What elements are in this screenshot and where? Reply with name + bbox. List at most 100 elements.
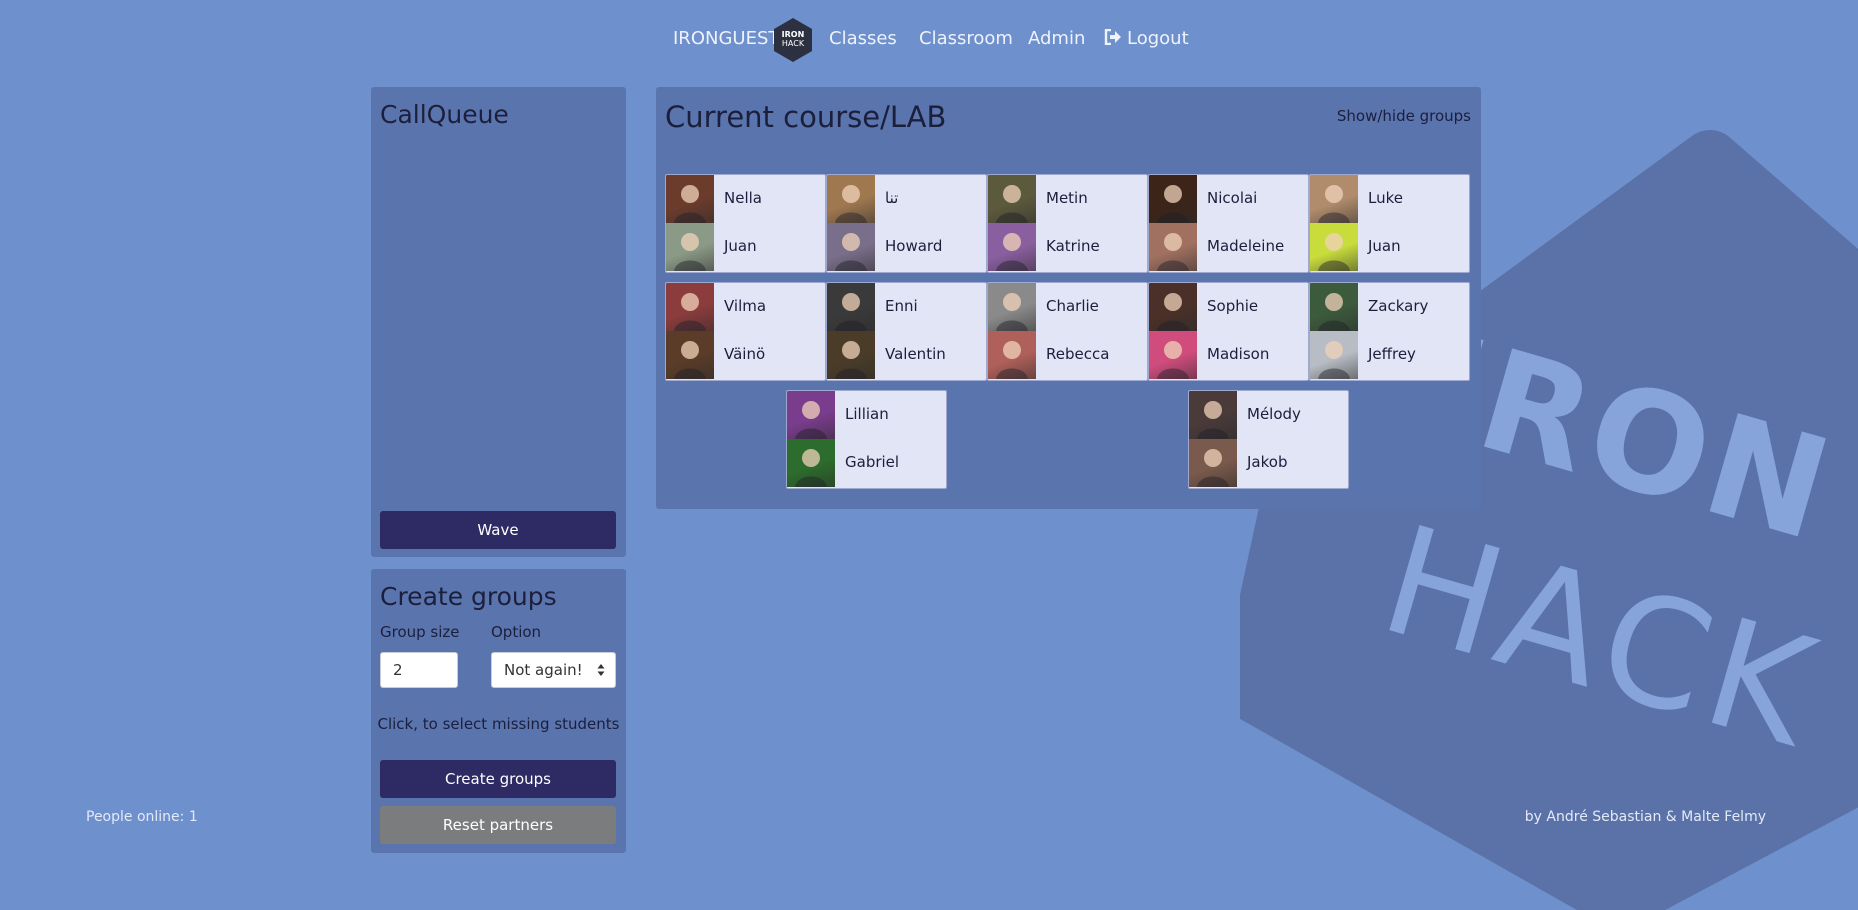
- student-avatar: [666, 223, 714, 271]
- option-select-value: Not again!: [504, 661, 583, 679]
- student-avatar: [988, 223, 1036, 271]
- student-avatar: [1189, 439, 1237, 487]
- student-name: Madison: [1207, 345, 1270, 363]
- group-card: تنا Howard: [826, 174, 987, 273]
- credits: by André Sebastian & Malte Felmy: [1524, 809, 1766, 825]
- student-avatar: [1149, 331, 1197, 379]
- create-groups-button[interactable]: Create groups: [380, 760, 616, 798]
- nav-logout-link[interactable]: Logout: [1104, 28, 1189, 49]
- current-course-panel: Current course/LAB Show/hide groups Nell…: [656, 87, 1481, 509]
- logo-text: IRON HACK: [772, 30, 814, 48]
- student-item[interactable]: Jakob: [1189, 439, 1348, 487]
- group-card: Metin Katrine: [987, 174, 1148, 273]
- student-item[interactable]: Nella: [666, 175, 825, 223]
- student-avatar: [666, 283, 714, 331]
- student-item[interactable]: Nicolai: [1149, 175, 1308, 223]
- student-name: Metin: [1046, 189, 1088, 207]
- student-item[interactable]: Enni: [827, 283, 986, 331]
- student-item[interactable]: Mélody: [1189, 391, 1348, 439]
- student-item[interactable]: Lillian: [787, 391, 946, 439]
- student-avatar: [827, 223, 875, 271]
- student-avatar: [1310, 331, 1358, 379]
- missing-students-hint: Click, to select missing students: [377, 715, 620, 733]
- group-card: Enni Valentin: [826, 282, 987, 381]
- student-item[interactable]: Sophie: [1149, 283, 1308, 331]
- student-name: Vilma: [724, 297, 767, 315]
- student-item[interactable]: Väinö: [666, 331, 825, 379]
- student-item[interactable]: تنا: [827, 175, 986, 223]
- student-item[interactable]: Gabriel: [787, 439, 946, 487]
- group-card: Charlie Rebecca: [987, 282, 1148, 381]
- student-item[interactable]: Madison: [1149, 331, 1308, 379]
- student-name: Väinö: [724, 345, 766, 363]
- student-item[interactable]: Luke: [1310, 175, 1469, 223]
- group-card: Sophie Madison: [1148, 282, 1309, 381]
- callqueue-panel: CallQueue Wave: [371, 87, 626, 557]
- student-name: Jakob: [1247, 453, 1288, 471]
- student-name: Juan: [724, 237, 757, 255]
- nav-classroom-link[interactable]: Classroom: [919, 28, 1013, 49]
- student-avatar: [1149, 283, 1197, 331]
- student-item[interactable]: Rebecca: [988, 331, 1147, 379]
- student-avatar: [988, 331, 1036, 379]
- people-online: People online: 1: [86, 809, 198, 825]
- student-avatar: [988, 283, 1036, 331]
- group-card: Luke Juan: [1309, 174, 1470, 273]
- reset-partners-button[interactable]: Reset partners: [380, 806, 616, 844]
- student-avatar: [827, 283, 875, 331]
- student-name: Zackary: [1368, 297, 1429, 315]
- group-card: Nicolai Madeleine: [1148, 174, 1309, 273]
- group-size-label: Group size: [380, 623, 460, 641]
- logout-label: Logout: [1127, 28, 1189, 49]
- create-groups-panel: Create groups Group size Option 2 Not ag…: [371, 569, 626, 853]
- wave-button[interactable]: Wave: [380, 511, 616, 549]
- show-hide-groups-link[interactable]: Show/hide groups: [1337, 107, 1471, 125]
- student-item[interactable]: Metin: [988, 175, 1147, 223]
- student-name: Gabriel: [845, 453, 900, 471]
- student-name: Valentin: [885, 345, 946, 363]
- sign-out-icon: [1104, 29, 1121, 45]
- student-name: Mélody: [1247, 405, 1301, 423]
- student-name: تنا: [885, 189, 899, 207]
- logo-text-iron: IRON: [781, 30, 805, 39]
- student-avatar: [1149, 175, 1197, 223]
- student-item[interactable]: Juan: [1310, 223, 1469, 271]
- student-name: Luke: [1368, 189, 1403, 207]
- ironhack-logo[interactable]: IRON HACK: [772, 17, 814, 63]
- student-name: Charlie: [1046, 297, 1099, 315]
- course-title: Current course/LAB: [665, 100, 947, 134]
- group-card: Zackary Jeffrey: [1309, 282, 1470, 381]
- student-name: Madeleine: [1207, 237, 1285, 255]
- student-name: Juan: [1368, 237, 1401, 255]
- student-item[interactable]: Juan: [666, 223, 825, 271]
- student-item[interactable]: Valentin: [827, 331, 986, 379]
- student-item[interactable]: Katrine: [988, 223, 1147, 271]
- group-card: Nella Juan: [665, 174, 826, 273]
- group-card: Mélody Jakob: [1188, 390, 1349, 489]
- logo-text-hack: HACK: [781, 39, 805, 48]
- select-arrows-icon: [597, 664, 605, 676]
- group-card: Vilma Väinö: [665, 282, 826, 381]
- nav-admin-link[interactable]: Admin: [1028, 28, 1085, 49]
- student-item[interactable]: Jeffrey: [1310, 331, 1469, 379]
- create-groups-title: Create groups: [380, 582, 557, 611]
- student-avatar: [787, 391, 835, 439]
- student-avatar: [666, 175, 714, 223]
- student-avatar: [1149, 223, 1197, 271]
- student-name: Lillian: [845, 405, 889, 423]
- student-item[interactable]: Vilma: [666, 283, 825, 331]
- student-item[interactable]: Madeleine: [1149, 223, 1308, 271]
- student-item[interactable]: Zackary: [1310, 283, 1469, 331]
- student-name: Howard: [885, 237, 943, 255]
- option-label: Option: [491, 623, 542, 641]
- student-name: Jeffrey: [1368, 345, 1416, 363]
- student-name: Sophie: [1207, 297, 1259, 315]
- nav-brand-link[interactable]: IRONGUEST: [673, 28, 779, 49]
- student-avatar: [1189, 391, 1237, 439]
- student-item[interactable]: Charlie: [988, 283, 1147, 331]
- student-item[interactable]: Howard: [827, 223, 986, 271]
- group-size-input[interactable]: 2: [380, 652, 458, 688]
- option-select[interactable]: Not again!: [491, 652, 616, 688]
- nav-classes-link[interactable]: Classes: [829, 28, 897, 49]
- student-name: Nella: [724, 189, 762, 207]
